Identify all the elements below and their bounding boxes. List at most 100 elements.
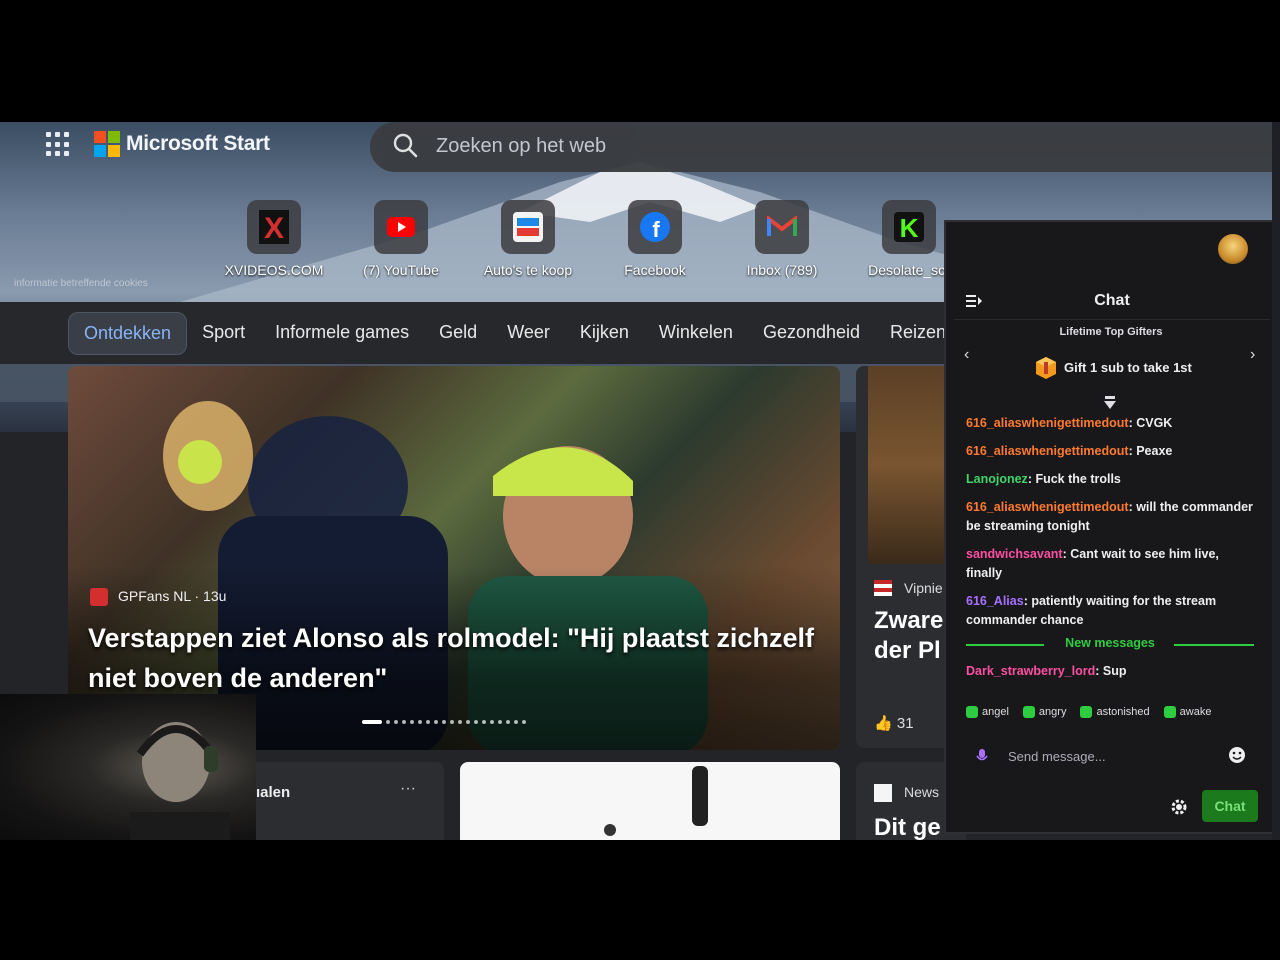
tab-geld[interactable]: Geld (424, 312, 492, 355)
chat-message: 616_aliaswhenigettimedout: Peaxe (966, 442, 1258, 461)
tab-winkelen[interactable]: Winkelen (644, 312, 748, 355)
side-story-source: Vipnie (904, 580, 943, 596)
streamer-face (130, 722, 230, 840)
story-headline[interactable]: Verstappen ziet Alonso als rolmodel: "Hi… (88, 618, 828, 698)
new-messages-divider[interactable]: New messages (966, 636, 1254, 652)
quick-link-facebook[interactable]: f Facebook (595, 200, 715, 278)
emote-awake[interactable]: awake (1163, 706, 1211, 718)
chat-text: : Peaxe (1128, 444, 1173, 458)
main-story-card[interactable]: GPFans NL · 13u Verstappen ziet Alonso a… (68, 366, 840, 750)
youtube-icon (387, 217, 415, 237)
chat-username[interactable]: 616_Alias (966, 594, 1024, 608)
source-logo-icon (874, 580, 892, 596)
gear-icon[interactable] (1170, 798, 1188, 816)
emote-angel[interactable]: angel (966, 706, 1009, 718)
chat-username[interactable]: 616_aliaswhenigettimedout (966, 500, 1129, 514)
microphone-icon (976, 749, 988, 761)
quick-link-autos[interactable]: Auto's te koop (468, 200, 588, 278)
carousel-indicator[interactable] (362, 720, 526, 724)
chat-username[interactable]: Dark_strawberry_lord (966, 664, 1095, 678)
quick-link-youtube[interactable]: (7) YouTube (341, 200, 461, 278)
like-button[interactable]: 👍 31 (874, 714, 914, 732)
app-launcher-icon[interactable] (46, 132, 72, 158)
chat-username[interactable]: 616_aliaswhenigettimedout (966, 444, 1129, 458)
top-gifters-label: Lifetime Top Gifters (1059, 326, 1163, 338)
svg-text:f: f (652, 217, 660, 242)
tab-sport[interactable]: Sport (187, 312, 260, 355)
gift-icon (1036, 357, 1056, 379)
emoji-icon[interactable] (1228, 746, 1246, 764)
message-composer[interactable] (960, 734, 1260, 778)
chat-text: : CVGK (1128, 416, 1173, 430)
chevron-left-icon[interactable]: ‹ (964, 346, 969, 364)
like-count: 31 (896, 715, 914, 732)
chat-message: Lanojonez: Fuck the trolls (966, 470, 1258, 489)
more-options-button[interactable]: ··· (400, 780, 416, 798)
webcam-overlay (0, 694, 256, 840)
svg-text:X: X (264, 212, 284, 244)
chat-panel: Chat Lifetime Top Gifters ‹ › Gift 1 sub… (944, 220, 1276, 834)
tab-weer[interactable]: Weer (492, 312, 565, 355)
send-message-input[interactable] (1008, 746, 1208, 766)
send-chat-button[interactable]: Chat (1202, 790, 1258, 822)
emote-suggestions: angel angry astonished awake (966, 706, 1266, 718)
gift-sub-button[interactable]: Gift 1 sub to take 1st (1064, 360, 1192, 375)
chat-title: Chat (1094, 292, 1130, 309)
chat-text: : Fuck the trolls (1027, 472, 1121, 486)
chat-text: : Sup (1095, 664, 1127, 678)
kick-icon: K (894, 212, 924, 242)
chat-message: 616_Alias: patiently waiting for the str… (966, 592, 1258, 630)
emote-icon (966, 706, 978, 718)
quick-link-label: (7) YouTube (363, 262, 439, 278)
tab-ontdekken[interactable]: Ontdekken (68, 312, 188, 355)
bottom-card-title: ıalen (256, 784, 291, 801)
emote-icon (1022, 706, 1035, 718)
bottom-story-card[interactable] (460, 762, 840, 840)
chat-username[interactable]: sandwichsavant (966, 547, 1063, 561)
microsoft-logo-icon (94, 131, 120, 157)
chat-username[interactable]: 616_aliaswhenigettimedout (966, 416, 1129, 430)
cookie-notice-link[interactable]: informatie betreffende cookies (14, 278, 148, 289)
user-avatar[interactable] (1218, 234, 1248, 264)
quick-link-xvideos[interactable]: X XVIDEOS.COM (214, 200, 334, 278)
quick-link-label: XVIDEOS.COM (224, 262, 324, 278)
emote-astonished[interactable]: astonished (1080, 706, 1150, 718)
svg-text:K: K (900, 213, 919, 242)
quick-link-label: Auto's te koop (483, 262, 573, 278)
chat-message-list: 616_aliaswhenigettimedout: CVGK 616_alia… (966, 414, 1258, 639)
gmail-icon (767, 216, 797, 236)
quick-link-gmail[interactable]: Inbox (789) (722, 200, 842, 278)
source-logo-icon (874, 784, 892, 802)
chat-message: sandwichsavant: Cant wait to see him liv… (966, 545, 1258, 583)
car-listing-icon (513, 212, 543, 242)
bottom-card-headline[interactable]: Dit ge (874, 814, 941, 840)
emote-icon (1080, 706, 1093, 718)
story-source[interactable]: GPFans NL · 13u (118, 588, 226, 604)
product-image (604, 766, 708, 836)
quick-link-label: Inbox (789) (746, 262, 818, 278)
emote-angry[interactable]: angry (1022, 706, 1066, 718)
search-input[interactable] (436, 132, 1136, 160)
browser-screen: Microsoft Start informatie betreffende c… (0, 122, 1280, 840)
chat-username[interactable]: Lanojonez (966, 472, 1028, 486)
brand-title[interactable]: Microsoft Start (126, 132, 270, 156)
emote-icon (1163, 706, 1176, 718)
search-bar[interactable] (370, 122, 1280, 172)
tab-informele-games[interactable]: Informele games (260, 312, 424, 355)
bottom-card-source: News (904, 784, 940, 800)
chat-message: 616_aliaswhenigettimedout: will the comm… (966, 498, 1258, 536)
chevron-down-icon[interactable] (1102, 396, 1118, 410)
chevron-right-icon[interactable]: › (1250, 346, 1255, 364)
chat-header: Chat (954, 282, 1270, 320)
chat-message: Dark_strawberry_lord: Sup (966, 662, 1258, 681)
new-messages-label: New messages (1065, 636, 1155, 650)
facebook-icon: f (640, 212, 670, 242)
bottom-card[interactable]: ıalen ··· (232, 762, 444, 840)
thumbs-up-icon: 👍 (874, 715, 893, 732)
quick-link-label: Facebook (624, 262, 686, 278)
chat-message: 616_aliaswhenigettimedout: CVGK (966, 414, 1258, 433)
x-logo-icon: X (259, 210, 289, 244)
search-icon (393, 133, 418, 158)
tab-gezondheid[interactable]: Gezondheid (748, 312, 875, 355)
tab-kijken[interactable]: Kijken (565, 312, 644, 355)
